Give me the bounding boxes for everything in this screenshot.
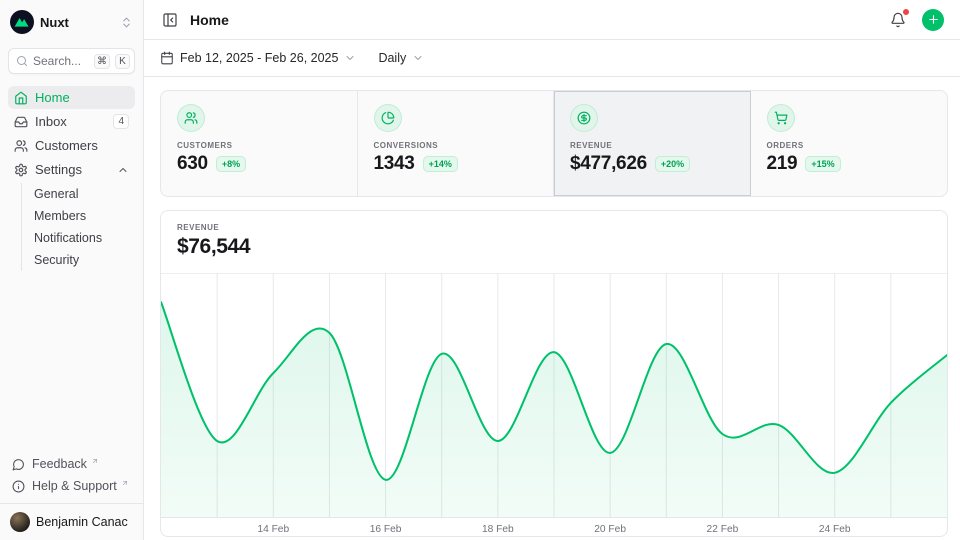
workspace-switcher[interactable]: Nuxt (8, 8, 135, 36)
app-root: Nuxt Search... ⌘ K Home Inbox 4 Customer… (0, 0, 960, 540)
sidebar-item-customers[interactable]: Customers (8, 134, 135, 157)
delta-badge: +8% (216, 156, 246, 172)
main-area: Home Feb 12, 2025 - Feb 26, 2025 Daily (144, 0, 960, 540)
delta-badge: +15% (805, 156, 840, 172)
avatar (10, 512, 30, 532)
svg-text:22 Feb: 22 Feb (707, 524, 739, 535)
stat-card-customers[interactable]: CUSTOMERS 630 +8% (161, 91, 358, 196)
add-button[interactable] (922, 9, 944, 31)
stat-card-orders[interactable]: ORDERS 219 +15% (751, 91, 948, 196)
search-placeholder: Search... (33, 54, 89, 68)
stat-card-conversions[interactable]: CONVERSIONS 1343 +14% (358, 91, 555, 196)
chevron-down-icon (412, 52, 424, 64)
granularity-label: Daily (378, 51, 406, 65)
sidebar-item-members[interactable]: Members (34, 205, 135, 227)
stat-label: ORDERS (767, 141, 932, 150)
svg-text:14 Feb: 14 Feb (257, 524, 289, 535)
stat-value: $477,626 (570, 153, 647, 175)
panel-left-close-icon (162, 12, 178, 28)
chart-metric-value: $76,544 (177, 235, 931, 259)
inbox-count-badge: 4 (113, 114, 129, 129)
workspace-name: Nuxt (40, 15, 114, 30)
arrow-up-right-icon (91, 457, 99, 465)
home-icon (14, 91, 28, 105)
sidebar-nav: Home Inbox 4 Customers Settings General … (8, 86, 135, 453)
plus-icon (927, 13, 940, 26)
notification-dot (903, 9, 909, 15)
chevron-down-icon (344, 52, 356, 64)
sidebar-item-inbox[interactable]: Inbox 4 (8, 110, 135, 133)
content: CUSTOMERS 630 +8% CONVERSIONS 1343 +14% (144, 77, 960, 537)
svg-text:20 Feb: 20 Feb (594, 524, 626, 535)
stat-card-revenue[interactable]: REVENUE $477,626 +20% (554, 91, 751, 196)
feedback-icon (12, 458, 25, 471)
filters-toolbar: Feb 12, 2025 - Feb 26, 2025 Daily (144, 40, 960, 77)
sidebar-divider (0, 503, 143, 504)
arrow-up-right-icon (121, 479, 129, 487)
feedback-link[interactable]: Feedback (8, 453, 135, 475)
svg-text:24 Feb: 24 Feb (819, 524, 851, 535)
stat-label: CONVERSIONS (374, 141, 538, 150)
stat-value: 219 (767, 153, 798, 175)
stat-label: CUSTOMERS (177, 141, 341, 150)
feedback-label: Feedback (32, 457, 87, 471)
stat-label: REVENUE (570, 141, 734, 150)
stat-value: 630 (177, 153, 208, 175)
kbd-cmd: ⌘ (94, 54, 110, 69)
sidebar: Nuxt Search... ⌘ K Home Inbox 4 Customer… (0, 0, 144, 540)
chart-metric-label: REVENUE (177, 223, 931, 232)
chevrons-up-down-icon (120, 16, 133, 29)
shopping-cart-icon (774, 111, 788, 125)
search-input[interactable]: Search... ⌘ K (8, 48, 135, 74)
revenue-chart-card: REVENUE $76,544 14 Feb 16 Feb 18 Feb 20 Feb… (160, 210, 948, 537)
gear-icon (14, 163, 28, 177)
users-icon (184, 111, 198, 125)
help-icon (12, 480, 25, 493)
user-name: Benjamin Canac (36, 515, 128, 529)
sidebar-item-notifications[interactable]: Notifications (34, 227, 135, 249)
sidebar-item-general[interactable]: General (34, 183, 135, 205)
circle-dollar-icon (577, 111, 591, 125)
kbd-k: K (115, 54, 130, 69)
topbar: Home (144, 0, 960, 40)
nav-label: Customers (35, 138, 129, 153)
delta-badge: +20% (655, 156, 690, 172)
delta-badge: +14% (423, 156, 458, 172)
stats-row: CUSTOMERS 630 +8% CONVERSIONS 1343 +14% (160, 90, 948, 197)
calendar-icon (160, 51, 174, 65)
granularity-select[interactable]: Daily (378, 51, 424, 65)
sidebar-footer: Feedback Help & Support Benjamin Canac (8, 453, 135, 534)
page-title: Home (190, 12, 878, 28)
chart-pie-icon (381, 111, 395, 125)
sidebar-item-home[interactable]: Home (8, 86, 135, 109)
revenue-area-chart[interactable]: 14 Feb 16 Feb 18 Feb 20 Feb 22 Feb 24 Feb (161, 273, 947, 537)
nav-label: Home (35, 90, 129, 105)
notifications-button[interactable] (888, 10, 908, 30)
nav-label: Settings (35, 162, 110, 177)
nav-label: Inbox (35, 114, 106, 129)
users-icon (14, 139, 28, 153)
sidebar-item-security[interactable]: Security (34, 249, 135, 271)
help-support-link[interactable]: Help & Support (8, 475, 135, 497)
stat-value: 1343 (374, 153, 415, 175)
help-support-label: Help & Support (32, 479, 117, 493)
settings-submenu: General Members Notifications Security (21, 183, 135, 271)
chart-header: REVENUE $76,544 (161, 211, 947, 273)
user-menu[interactable]: Benjamin Canac (8, 510, 135, 534)
sidebar-item-settings[interactable]: Settings (8, 158, 135, 181)
search-icon (16, 55, 28, 67)
chevron-up-icon (117, 164, 129, 176)
date-range-label: Feb 12, 2025 - Feb 26, 2025 (180, 51, 338, 65)
inbox-icon (14, 115, 28, 129)
date-range-picker[interactable]: Feb 12, 2025 - Feb 26, 2025 (160, 51, 356, 65)
svg-text:16 Feb: 16 Feb (370, 524, 402, 535)
sidebar-collapse-button[interactable] (160, 10, 180, 30)
nuxt-logo-icon (10, 10, 34, 34)
svg-text:18 Feb: 18 Feb (482, 524, 514, 535)
